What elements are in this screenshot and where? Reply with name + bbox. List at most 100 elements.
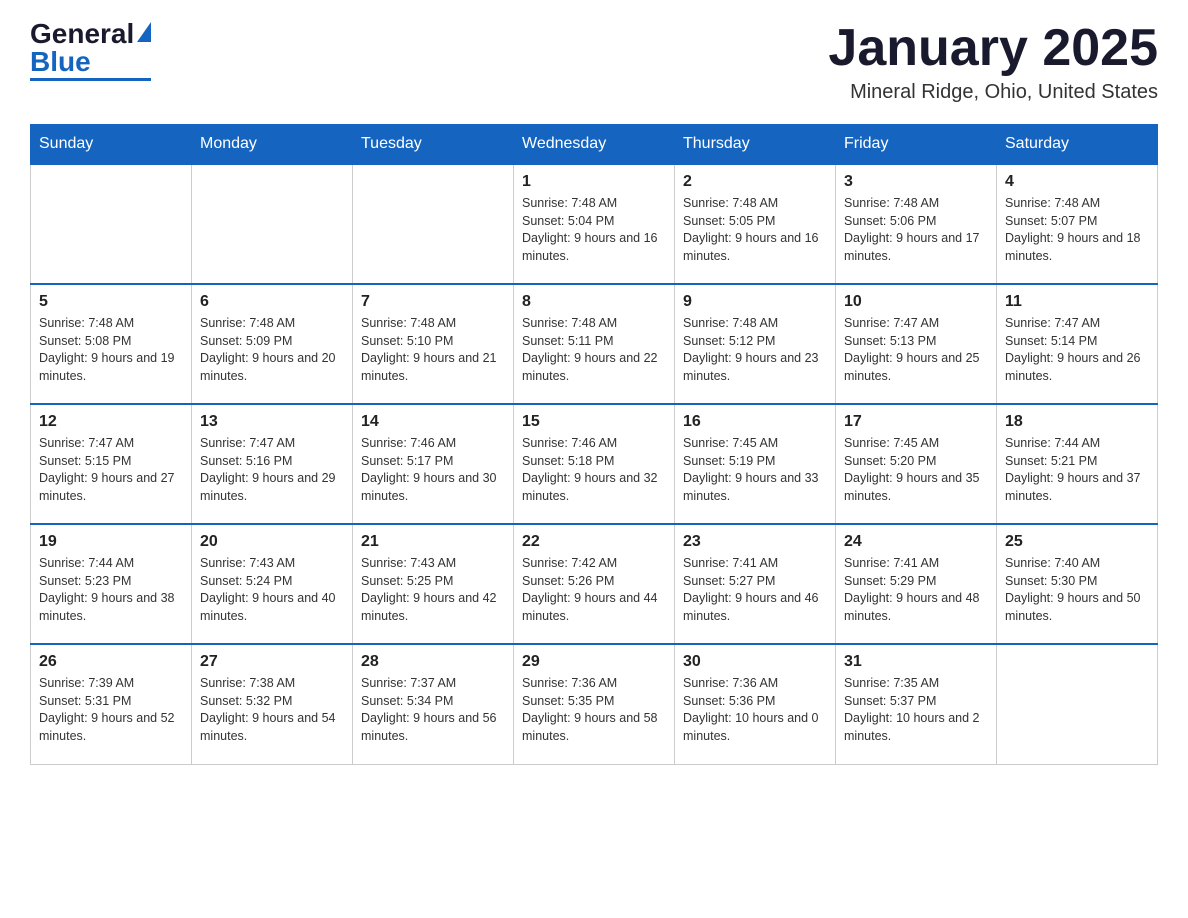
day-number: 17 bbox=[844, 413, 988, 431]
logo-blue-text: Blue bbox=[30, 48, 91, 76]
logo-general-text: General bbox=[30, 20, 134, 48]
calendar-cell: 13 Sunrise: 7:47 AM Sunset: 5:16 PM Dayli… bbox=[192, 404, 353, 524]
day-number: 23 bbox=[683, 533, 827, 551]
calendar-cell: 17 Sunrise: 7:45 AM Sunset: 5:20 PM Dayli… bbox=[836, 404, 997, 524]
day-number: 9 bbox=[683, 293, 827, 311]
day-info: Sunrise: 7:36 AM Sunset: 5:36 PM Dayligh… bbox=[683, 675, 827, 745]
day-info: Sunrise: 7:35 AM Sunset: 5:37 PM Dayligh… bbox=[844, 675, 988, 745]
day-info: Sunrise: 7:47 AM Sunset: 5:15 PM Dayligh… bbox=[39, 435, 183, 505]
header-monday: Monday bbox=[192, 125, 353, 165]
day-info: Sunrise: 7:43 AM Sunset: 5:25 PM Dayligh… bbox=[361, 555, 505, 625]
day-number: 11 bbox=[1005, 293, 1149, 311]
calendar-cell: 1Sunrise: 7:48 AM Sunset: 5:04 PM Daylig… bbox=[514, 164, 675, 284]
calendar-cell: 22Sunrise: 7:42 AM Sunset: 5:26 PM Dayli… bbox=[514, 524, 675, 644]
day-info: Sunrise: 7:48 AM Sunset: 5:09 PM Dayligh… bbox=[200, 315, 344, 385]
header-wednesday: Wednesday bbox=[514, 125, 675, 165]
week-row-4: 19 Sunrise: 7:44 AM Sunset: 5:23 PM Dayli… bbox=[31, 524, 1158, 644]
calendar-cell: 12 Sunrise: 7:47 AM Sunset: 5:15 PM Dayli… bbox=[31, 404, 192, 524]
calendar-cell: 25Sunrise: 7:40 AM Sunset: 5:30 PM Dayli… bbox=[997, 524, 1158, 644]
calendar-title: January 2025 bbox=[828, 20, 1158, 77]
day-number: 15 bbox=[522, 413, 666, 431]
calendar-cell: 20 Sunrise: 7:43 AM Sunset: 5:24 PM Dayli… bbox=[192, 524, 353, 644]
calendar-cell: 28 Sunrise: 7:37 AM Sunset: 5:34 PM Dayli… bbox=[353, 644, 514, 764]
calendar-cell: 18 Sunrise: 7:44 AM Sunset: 5:21 PM Dayli… bbox=[997, 404, 1158, 524]
day-number: 28 bbox=[361, 653, 505, 671]
calendar-cell: 29 Sunrise: 7:36 AM Sunset: 5:35 PM Dayli… bbox=[514, 644, 675, 764]
day-info: Sunrise: 7:46 AM Sunset: 5:18 PM Dayligh… bbox=[522, 435, 666, 505]
calendar-cell: 30 Sunrise: 7:36 AM Sunset: 5:36 PM Dayli… bbox=[675, 644, 836, 764]
day-info: Sunrise: 7:41 AM Sunset: 5:29 PM Dayligh… bbox=[844, 555, 988, 625]
calendar-cell: 26Sunrise: 7:39 AM Sunset: 5:31 PM Dayli… bbox=[31, 644, 192, 764]
page-header: General Blue January 2025 Mineral Ridge,… bbox=[30, 20, 1158, 104]
calendar-cell: 24Sunrise: 7:41 AM Sunset: 5:29 PM Dayli… bbox=[836, 524, 997, 644]
day-info: Sunrise: 7:48 AM Sunset: 5:12 PM Dayligh… bbox=[683, 315, 827, 385]
calendar-cell: 11Sunrise: 7:47 AM Sunset: 5:14 PM Dayli… bbox=[997, 284, 1158, 404]
day-number: 16 bbox=[683, 413, 827, 431]
day-info: Sunrise: 7:36 AM Sunset: 5:35 PM Dayligh… bbox=[522, 675, 666, 745]
week-row-2: 5 Sunrise: 7:48 AM Sunset: 5:08 PM Daylig… bbox=[31, 284, 1158, 404]
day-number: 27 bbox=[200, 653, 344, 671]
calendar-cell: 10Sunrise: 7:47 AM Sunset: 5:13 PM Dayli… bbox=[836, 284, 997, 404]
header-saturday: Saturday bbox=[997, 125, 1158, 165]
week-row-3: 12 Sunrise: 7:47 AM Sunset: 5:15 PM Dayli… bbox=[31, 404, 1158, 524]
day-number: 30 bbox=[683, 653, 827, 671]
day-info: Sunrise: 7:48 AM Sunset: 5:05 PM Dayligh… bbox=[683, 195, 827, 265]
calendar-cell: 9 Sunrise: 7:48 AM Sunset: 5:12 PM Daylig… bbox=[675, 284, 836, 404]
day-info: Sunrise: 7:41 AM Sunset: 5:27 PM Dayligh… bbox=[683, 555, 827, 625]
calendar-cell: 23 Sunrise: 7:41 AM Sunset: 5:27 PM Dayli… bbox=[675, 524, 836, 644]
day-info: Sunrise: 7:48 AM Sunset: 5:11 PM Dayligh… bbox=[522, 315, 666, 385]
day-info: Sunrise: 7:44 AM Sunset: 5:21 PM Dayligh… bbox=[1005, 435, 1149, 505]
day-info: Sunrise: 7:47 AM Sunset: 5:13 PM Dayligh… bbox=[844, 315, 988, 385]
day-info: Sunrise: 7:47 AM Sunset: 5:16 PM Dayligh… bbox=[200, 435, 344, 505]
calendar-cell bbox=[192, 164, 353, 284]
header-friday: Friday bbox=[836, 125, 997, 165]
title-block: January 2025 Mineral Ridge, Ohio, United… bbox=[828, 20, 1158, 104]
day-info: Sunrise: 7:48 AM Sunset: 5:08 PM Dayligh… bbox=[39, 315, 183, 385]
day-info: Sunrise: 7:46 AM Sunset: 5:17 PM Dayligh… bbox=[361, 435, 505, 505]
calendar-cell: 14 Sunrise: 7:46 AM Sunset: 5:17 PM Dayli… bbox=[353, 404, 514, 524]
header-sunday: Sunday bbox=[31, 125, 192, 165]
calendar-cell bbox=[997, 644, 1158, 764]
week-row-5: 26Sunrise: 7:39 AM Sunset: 5:31 PM Dayli… bbox=[31, 644, 1158, 764]
day-info: Sunrise: 7:48 AM Sunset: 5:07 PM Dayligh… bbox=[1005, 195, 1149, 265]
day-number: 4 bbox=[1005, 173, 1149, 191]
day-info: Sunrise: 7:44 AM Sunset: 5:23 PM Dayligh… bbox=[39, 555, 183, 625]
day-number: 20 bbox=[200, 533, 344, 551]
calendar-cell bbox=[31, 164, 192, 284]
day-number: 29 bbox=[522, 653, 666, 671]
day-number: 19 bbox=[39, 533, 183, 551]
calendar-cell: 4 Sunrise: 7:48 AM Sunset: 5:07 PM Daylig… bbox=[997, 164, 1158, 284]
day-info: Sunrise: 7:48 AM Sunset: 5:10 PM Dayligh… bbox=[361, 315, 505, 385]
day-info: Sunrise: 7:45 AM Sunset: 5:20 PM Dayligh… bbox=[844, 435, 988, 505]
logo-underline bbox=[30, 78, 151, 81]
day-info: Sunrise: 7:42 AM Sunset: 5:26 PM Dayligh… bbox=[522, 555, 666, 625]
day-number: 7 bbox=[361, 293, 505, 311]
day-number: 13 bbox=[200, 413, 344, 431]
logo: General Blue bbox=[30, 20, 151, 81]
calendar-cell: 7 Sunrise: 7:48 AM Sunset: 5:10 PM Daylig… bbox=[353, 284, 514, 404]
calendar-cell: 15 Sunrise: 7:46 AM Sunset: 5:18 PM Dayli… bbox=[514, 404, 675, 524]
day-info: Sunrise: 7:37 AM Sunset: 5:34 PM Dayligh… bbox=[361, 675, 505, 745]
header-tuesday: Tuesday bbox=[353, 125, 514, 165]
day-number: 14 bbox=[361, 413, 505, 431]
day-number: 21 bbox=[361, 533, 505, 551]
day-number: 25 bbox=[1005, 533, 1149, 551]
calendar-table: Sunday Monday Tuesday Wednesday Thursday… bbox=[30, 124, 1158, 765]
week-row-1: 1Sunrise: 7:48 AM Sunset: 5:04 PM Daylig… bbox=[31, 164, 1158, 284]
day-number: 2 bbox=[683, 173, 827, 191]
day-info: Sunrise: 7:38 AM Sunset: 5:32 PM Dayligh… bbox=[200, 675, 344, 745]
calendar-cell: 6 Sunrise: 7:48 AM Sunset: 5:09 PM Daylig… bbox=[192, 284, 353, 404]
day-number: 26 bbox=[39, 653, 183, 671]
calendar-cell: 21 Sunrise: 7:43 AM Sunset: 5:25 PM Dayli… bbox=[353, 524, 514, 644]
calendar-cell: 3Sunrise: 7:48 AM Sunset: 5:06 PM Daylig… bbox=[836, 164, 997, 284]
day-info: Sunrise: 7:45 AM Sunset: 5:19 PM Dayligh… bbox=[683, 435, 827, 505]
header-thursday: Thursday bbox=[675, 125, 836, 165]
day-number: 8 bbox=[522, 293, 666, 311]
day-info: Sunrise: 7:48 AM Sunset: 5:04 PM Dayligh… bbox=[522, 195, 666, 265]
day-info: Sunrise: 7:43 AM Sunset: 5:24 PM Dayligh… bbox=[200, 555, 344, 625]
day-number: 6 bbox=[200, 293, 344, 311]
day-number: 5 bbox=[39, 293, 183, 311]
calendar-cell: 16 Sunrise: 7:45 AM Sunset: 5:19 PM Dayli… bbox=[675, 404, 836, 524]
day-number: 12 bbox=[39, 413, 183, 431]
day-number: 18 bbox=[1005, 413, 1149, 431]
